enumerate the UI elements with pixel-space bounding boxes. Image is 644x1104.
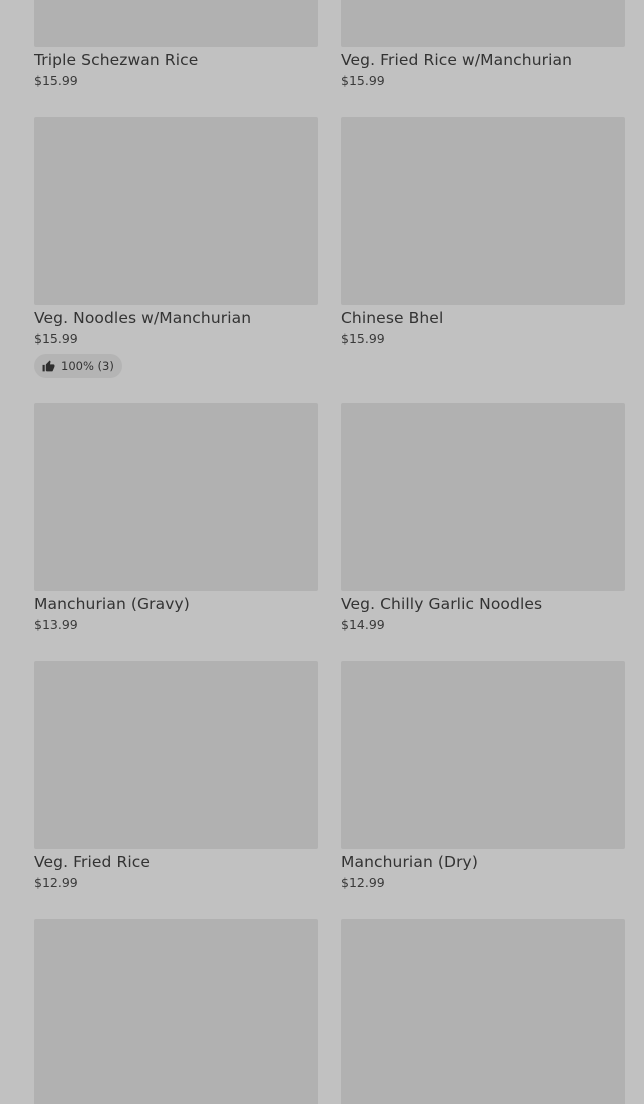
menu-item-card[interactable]: Manchurian (Dry) $12.99 (341, 661, 625, 891)
item-image[interactable] (34, 403, 318, 591)
menu-item-card[interactable]: Manchurian (Gravy) $13.99 (34, 403, 318, 633)
item-image[interactable] (34, 919, 318, 1104)
item-image[interactable] (341, 403, 625, 591)
menu-item-grid: Triple Schezwan Rice $15.99 Veg. Fried R… (0, 0, 644, 1104)
item-image[interactable] (34, 0, 318, 47)
menu-item-card[interactable]: Veg. Fried Rice w/Manchurian $15.99 (341, 0, 625, 89)
item-image[interactable] (34, 117, 318, 305)
menu-item-card[interactable]: Chinese Bhel $15.99 (341, 117, 625, 347)
item-name[interactable]: Veg. Noodles w/Manchurian (34, 308, 318, 328)
item-name[interactable]: Veg. Fried Rice w/Manchurian (341, 50, 625, 70)
thumbs-up-icon (42, 360, 55, 371)
item-name[interactable]: Triple Schezwan Rice (34, 50, 318, 70)
item-price: $12.99 (34, 875, 78, 890)
item-image[interactable] (341, 117, 625, 305)
menu-item-card[interactable] (341, 919, 625, 1104)
item-name[interactable]: Veg. Chilly Garlic Noodles (341, 594, 625, 614)
item-name[interactable]: Manchurian (Gravy) (34, 594, 318, 614)
item-price: $13.99 (34, 617, 78, 632)
item-name[interactable]: Chinese Bhel (341, 308, 625, 328)
item-name[interactable]: Manchurian (Dry) (341, 852, 625, 872)
item-price: $12.99 (341, 875, 385, 890)
item-image[interactable] (34, 661, 318, 849)
item-image[interactable] (341, 661, 625, 849)
menu-item-card[interactable]: Triple Schezwan Rice $15.99 (34, 0, 318, 89)
item-price: $15.99 (34, 73, 78, 88)
item-price: $15.99 (341, 331, 385, 346)
item-price: $14.99 (341, 617, 385, 632)
item-name[interactable]: Veg. Fried Rice (34, 852, 318, 872)
rating-badge: 100% (3) (34, 354, 122, 378)
rating-text: 100% (3) (61, 359, 114, 373)
item-image[interactable] (341, 0, 625, 47)
menu-item-card[interactable]: Veg. Noodles w/Manchurian $15.99 100% (3… (34, 117, 318, 378)
menu-item-card[interactable]: Veg. Fried Rice $12.99 (34, 661, 318, 891)
item-price: $15.99 (341, 73, 385, 88)
item-price: $15.99 (34, 331, 78, 346)
menu-item-card[interactable]: Veg. Chilly Garlic Noodles $14.99 (341, 403, 625, 633)
menu-item-card[interactable] (34, 919, 318, 1104)
item-image[interactable] (341, 919, 625, 1104)
